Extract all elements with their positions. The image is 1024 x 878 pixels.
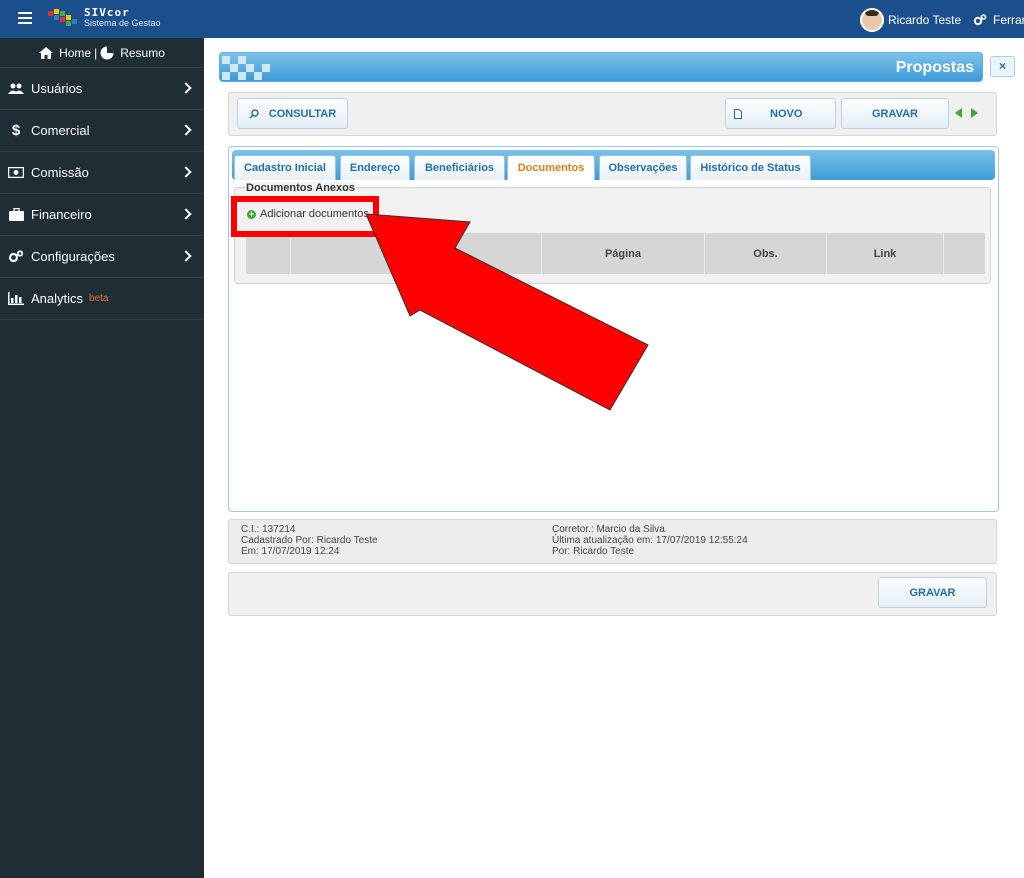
home-separator: |	[94, 45, 98, 60]
next-arrow-icon[interactable]	[971, 108, 978, 118]
record-info-left: C.I.: 137214 Cadastrado Por: Ricardo Tes…	[241, 524, 378, 557]
column-header	[246, 233, 291, 274]
sidebar-item-label: Financeiro	[31, 207, 92, 222]
annotation-arrow	[365, 213, 649, 411]
page-title: Propostas	[895, 59, 974, 76]
menu-toggle-icon[interactable]	[18, 12, 32, 24]
sidebar-item-configuracoes[interactable]: Configurações	[0, 236, 204, 278]
consultar-label: CONSULTAR	[268, 107, 337, 120]
close-button[interactable]: ×	[990, 56, 1015, 77]
footer-gravar-label: GRAVAR	[909, 586, 956, 599]
user-menu[interactable]: Ricardo Teste	[860, 8, 961, 32]
beta-badge: beta	[89, 293, 109, 304]
footer-gravar-button[interactable]: GRAVAR	[878, 577, 987, 608]
sidebar-item-comercial[interactable]: $ Comercial	[0, 110, 204, 152]
chevron-right-icon	[180, 82, 192, 94]
checker-pattern-decoration	[222, 56, 270, 80]
section-legend: Documentos Anexos	[245, 182, 357, 194]
gears-icon	[973, 14, 987, 26]
column-header-obs[interactable]: Obs.	[705, 233, 827, 274]
tab-endereco[interactable]: Endereço	[340, 155, 410, 180]
record-ci: C.I.: 137214	[241, 524, 296, 535]
sidebar-item-comissao[interactable]: Comissão	[0, 152, 204, 194]
sidebar-item-analytics[interactable]: Analytics beta	[0, 278, 204, 320]
tools-menu[interactable]: Ferramentas	[973, 13, 1024, 27]
chevron-right-icon	[180, 166, 192, 178]
app-logo	[48, 9, 77, 26]
avatar	[860, 8, 884, 32]
tab-documentos[interactable]: Documentos	[507, 155, 595, 180]
record-updated-by: Por: Ricardo Teste	[552, 546, 635, 557]
tab-observacoes[interactable]: Observações	[599, 155, 687, 180]
record-info-right: Corretor.: Marcio da Silva Última atuali…	[552, 524, 748, 557]
annotation-highlight-box	[231, 196, 379, 237]
record-info-box: C.I.: 137214 Cadastrado Por: Ricardo Tes…	[228, 519, 997, 564]
home-icon	[39, 46, 54, 59]
sidebar-item-label: Usuários	[31, 81, 83, 96]
search-icon	[249, 108, 259, 118]
gears-icon	[8, 250, 24, 263]
top-navbar: SIVcor Sistema de Gestao Ricardo Teste F…	[0, 0, 1024, 38]
sidebar-item-label: Configurações	[31, 249, 115, 264]
column-header-link[interactable]: Link	[827, 233, 944, 274]
sidebar-item-label: Analytics	[31, 291, 84, 306]
record-created-at: Em: 17/07/2019 12:24	[241, 546, 340, 557]
chevron-right-icon	[180, 208, 192, 220]
app-brand[interactable]: SIVcor Sistema de Gestao	[84, 7, 161, 29]
gravar-button[interactable]: GRAVAR	[841, 98, 949, 129]
chevron-right-icon	[180, 250, 192, 262]
record-created-by: Cadastrado Por: Ricardo Teste	[241, 535, 378, 546]
new-document-icon	[734, 108, 742, 119]
home-link[interactable]: Home	[59, 46, 91, 60]
previous-arrow-icon[interactable]	[955, 108, 962, 118]
briefcase-icon	[8, 208, 24, 221]
record-updated-at: Última atualização em: 17/07/2019 12:55:…	[552, 535, 748, 546]
money-icon	[8, 167, 24, 178]
app-name: SIVcor	[84, 6, 130, 19]
sidebar-item-label: Comercial	[31, 123, 90, 138]
bar-chart-icon	[8, 292, 24, 305]
tab-bar: Cadastro Inicial Endereço Beneficiários …	[232, 150, 995, 180]
sidebar-item-usuarios[interactable]: Usuários	[0, 68, 204, 110]
pie-chart-icon	[100, 46, 114, 59]
user-name: Ricardo Teste	[888, 13, 962, 27]
sidebar-item-financeiro[interactable]: Financeiro	[0, 194, 204, 236]
tools-label: Ferramentas	[993, 13, 1024, 27]
footer-toolbar: GRAVAR	[228, 572, 997, 616]
app-subtitle: Sistema de Gestao	[84, 18, 161, 28]
tab-beneficiarios[interactable]: Beneficiários	[414, 155, 505, 180]
novo-label: NOVO	[770, 107, 803, 120]
gravar-label: GRAVAR	[871, 107, 919, 120]
tab-historico-de-status[interactable]: Histórico de Status	[690, 155, 811, 180]
sidebar-home-row: Home | Resumo	[0, 38, 204, 68]
users-icon	[8, 83, 24, 95]
novo-button[interactable]: NOVO	[725, 98, 836, 129]
sidebar: Home | Resumo Usuários $ Comercial Comis…	[0, 38, 204, 878]
column-header	[944, 233, 985, 274]
sidebar-item-label: Comissão	[31, 165, 89, 180]
page-title-bar: Propostas	[219, 52, 983, 82]
summary-link[interactable]: Resumo	[120, 46, 165, 60]
dollar-icon: $	[11, 122, 21, 139]
tab-cadastro-inicial[interactable]: Cadastro Inicial	[234, 155, 336, 180]
consultar-button[interactable]: CONSULTAR	[237, 98, 348, 129]
toolbar: CONSULTAR NOVO GRAVAR	[228, 92, 997, 136]
chevron-right-icon	[180, 124, 192, 136]
record-broker: Corretor.: Marcio da Silva	[552, 524, 665, 535]
